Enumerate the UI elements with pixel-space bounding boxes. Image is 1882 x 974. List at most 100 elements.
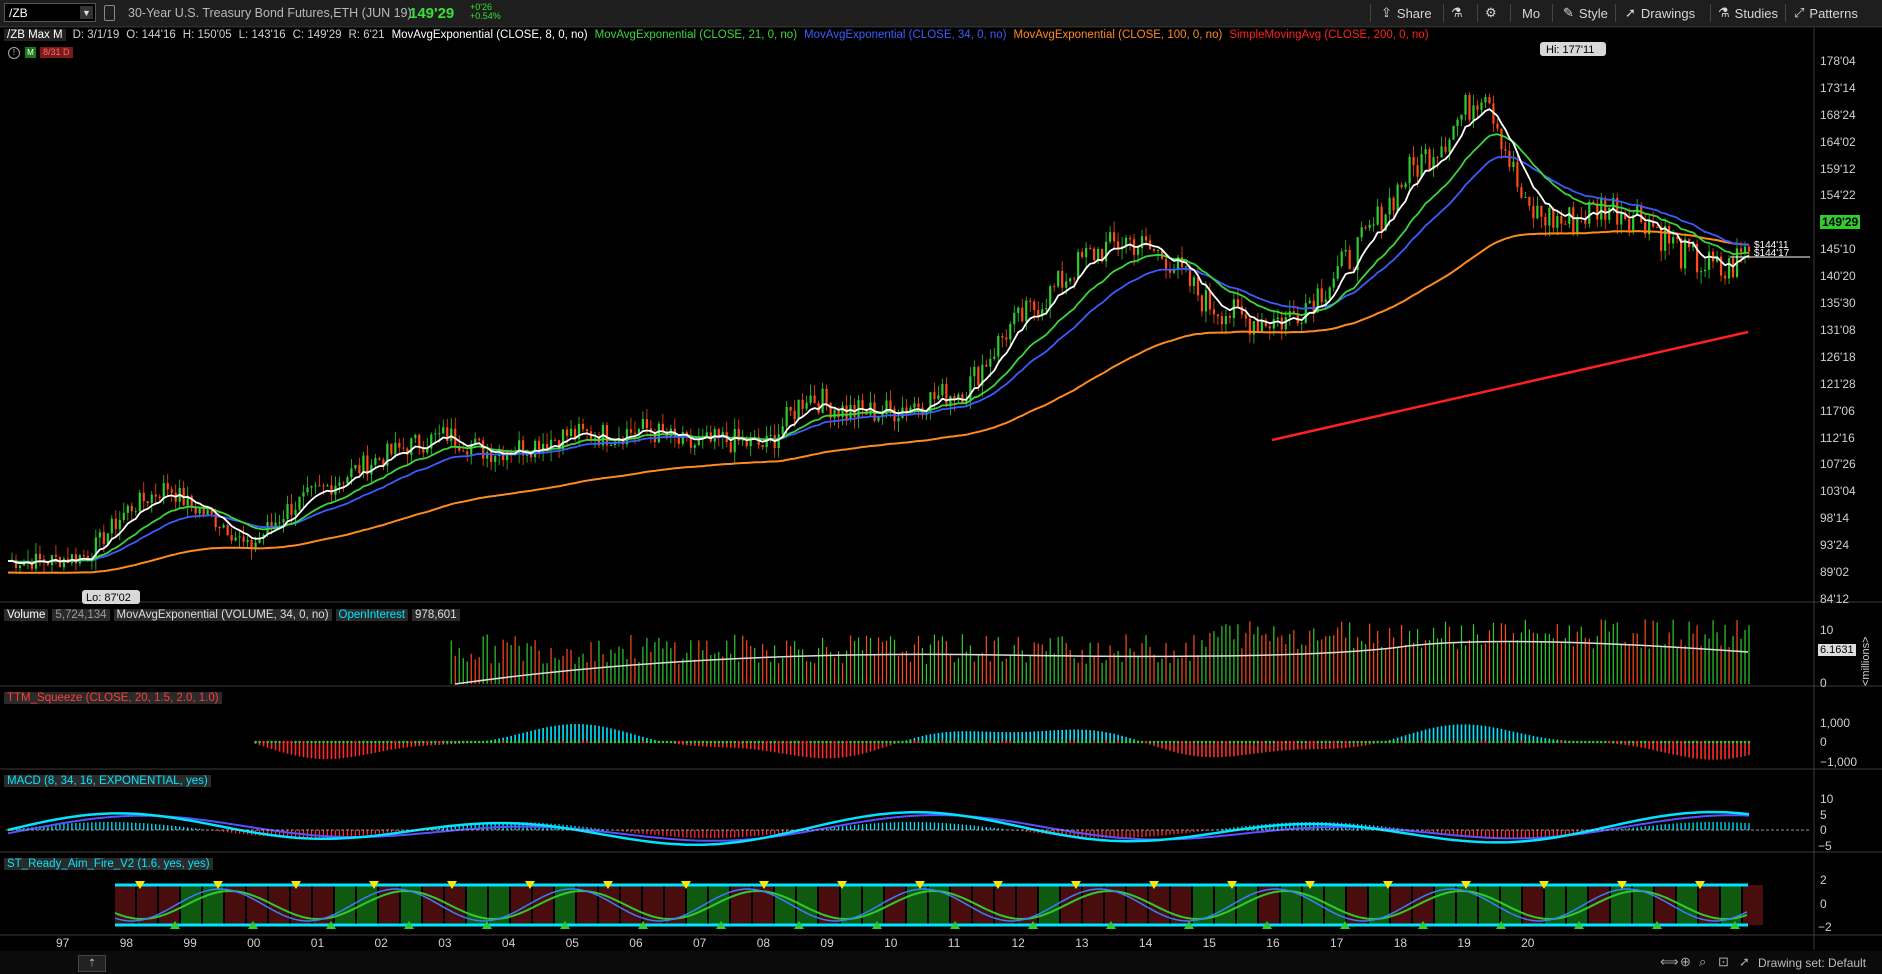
candle-body [1376, 206, 1379, 225]
candle-body [138, 492, 141, 512]
volume-ma-line [454, 640, 1749, 685]
squeeze-dot [429, 740, 433, 744]
squeeze-dot [469, 740, 473, 744]
squeeze-dot [1096, 740, 1100, 744]
squeeze-dot [513, 740, 517, 744]
squeeze-dot [413, 740, 417, 744]
candle-body [218, 527, 221, 529]
candle-body [1444, 146, 1447, 152]
candle-body [1416, 165, 1419, 177]
price-axis-label: 103'04 [1820, 484, 1856, 499]
squeeze-dot [993, 740, 996, 744]
candle-body [1328, 287, 1331, 300]
squeeze-dot [1228, 740, 1232, 744]
open-interest-value: 978,601 [412, 608, 460, 621]
squeeze-dot [1040, 740, 1044, 744]
squeeze-dot [437, 740, 441, 744]
squeeze-dot [1420, 740, 1423, 744]
time-axis-label: 11 [947, 936, 961, 950]
squeeze-dot [1196, 740, 1200, 744]
price-axis-label: 173'14 [1820, 80, 1856, 95]
squeeze-dot [406, 740, 409, 744]
candle-body [1061, 270, 1064, 288]
squeeze-dot [1244, 740, 1248, 744]
candle-body [1524, 196, 1527, 198]
squeeze-dot [1288, 740, 1292, 744]
squeeze-dot [1472, 740, 1475, 744]
squeeze-title[interactable]: TTM_Squeeze (CLOSE, 20, 1.5, 2.0, 1.0) [4, 691, 222, 704]
time-axis-label: 02 [374, 936, 388, 950]
candle-body [1212, 309, 1216, 315]
squeeze-dot [1436, 740, 1439, 744]
candle-body [1739, 248, 1743, 253]
candle-body [1368, 224, 1371, 228]
squeeze-dot [705, 740, 709, 744]
price-chart[interactable]: Hi: 177'11 Lo: 87'02 [0, 0, 1882, 974]
zoom-icon[interactable]: ⌕ [1699, 954, 1706, 970]
candle-body [1424, 149, 1427, 155]
candle-body [629, 429, 633, 433]
candle-body [1564, 223, 1567, 225]
time-axis-label: 10 [884, 936, 898, 950]
volume-axis-top: 10 [1820, 623, 1834, 637]
candle-body [1668, 226, 1671, 244]
squeeze-dot [773, 740, 776, 744]
candle-body [1608, 208, 1611, 220]
candle-body [533, 440, 537, 458]
price-axis-label: 168'24 [1820, 107, 1856, 122]
squeeze-dot [1607, 740, 1611, 744]
open-interest-label[interactable]: OpenInterest [335, 608, 409, 621]
squeeze-dot [1116, 740, 1120, 744]
crosshair-icon[interactable]: ⊕ [1680, 954, 1691, 970]
squeeze-dot [1540, 740, 1543, 744]
candle-body [1472, 105, 1475, 120]
macd-axis-3: 0 [1820, 823, 1827, 837]
candle-body [170, 489, 173, 493]
candle-body [438, 433, 441, 435]
squeeze-dot [1576, 740, 1579, 744]
squeeze-dot [805, 740, 808, 744]
squeeze-dot [745, 740, 749, 744]
squeeze-dot [350, 740, 353, 744]
candle-body [98, 532, 101, 538]
candle-body [18, 565, 22, 569]
squeeze-dot [258, 740, 261, 744]
raf-title[interactable]: ST_Ready_Aim_Fire_V2 (1.6, yes, yes) [4, 857, 213, 870]
squeeze-dot [410, 740, 413, 744]
squeeze-dot [537, 740, 541, 744]
price-axis-label: 131'08 [1820, 322, 1856, 337]
drawing-set-label[interactable]: Drawing set: Default [1758, 956, 1866, 970]
macd-title[interactable]: MACD (8, 34, 16, EXPONENTIAL, yes) [4, 774, 211, 787]
squeeze-dot [1735, 740, 1739, 744]
expand-icon[interactable]: ⇡ [78, 955, 106, 972]
time-axis-label: 04 [501, 936, 516, 950]
volume-study[interactable]: MovAvgExponential (VOLUME, 34, 0, no) [113, 608, 332, 621]
candle-body [933, 392, 936, 400]
time-axis-label: 01 [310, 936, 325, 950]
squeeze-dot [1256, 740, 1260, 744]
squeeze-dot [605, 740, 609, 744]
squeeze-dot [985, 740, 988, 744]
candle-body [314, 485, 317, 487]
zoom-area-icon[interactable]: ⊡ [1718, 954, 1729, 970]
candle-body [977, 366, 980, 386]
squeeze-dot [813, 740, 816, 744]
candle-body [1300, 322, 1303, 324]
squeeze-dot [338, 740, 341, 744]
candle-body [609, 445, 613, 447]
candle-body [797, 399, 800, 420]
squeeze-dot [1032, 740, 1036, 744]
squeeze-dot [893, 740, 896, 744]
candle-body [633, 432, 637, 434]
squeeze-dot [573, 740, 577, 744]
candle-body [1320, 288, 1323, 303]
cursor-icon[interactable]: ➚ [1739, 954, 1750, 970]
pan-icon[interactable]: ⟺ [1660, 954, 1679, 970]
candle-body [1620, 213, 1623, 225]
squeeze-dot [1072, 740, 1076, 744]
candle-body [1105, 241, 1108, 262]
squeeze-dot [533, 740, 537, 744]
squeeze-dot [1631, 740, 1635, 744]
time-axis-label: 20 [1521, 936, 1535, 950]
squeeze-dot [394, 740, 397, 744]
